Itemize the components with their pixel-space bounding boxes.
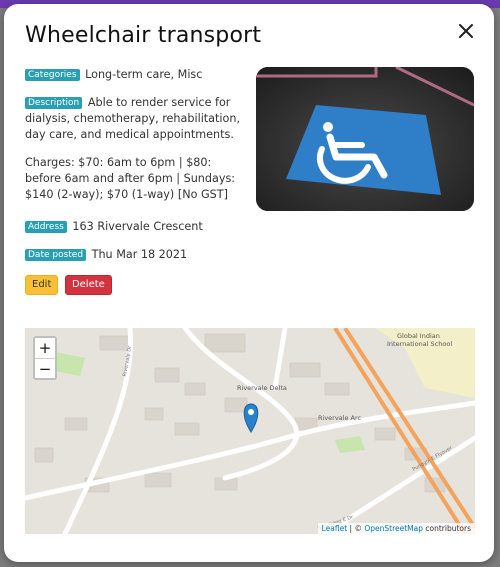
delete-button[interactable]: Delete: [64, 275, 112, 295]
wheelchair-parking-photo: [256, 67, 474, 211]
categories-badge: Categories: [25, 69, 80, 81]
modal-title: Wheelchair transport: [25, 23, 262, 48]
description-badge: Description: [25, 97, 83, 109]
map-attribution: Leaflet | © OpenStreetMap contributors: [317, 523, 475, 534]
attribution-separator: | ©: [347, 524, 365, 533]
address-badge: Address: [25, 221, 67, 233]
service-info: Categories Long-term care, Misc Descript…: [25, 67, 243, 295]
date-posted-value: Thu Mar 18 2021: [91, 248, 188, 261]
address-field: Address 163 Rivervale Crescent: [25, 219, 243, 235]
action-buttons: Edit Delete: [25, 275, 243, 295]
map-label-rivervale-arc: Rivervale Arc: [318, 414, 362, 422]
close-button[interactable]: [455, 20, 477, 42]
location-map[interactable]: Rivervale Delta Rivervale Arc Global Ind…: [25, 328, 475, 534]
map-label-global-indian: Global Indian: [397, 332, 440, 340]
zoom-out-button[interactable]: −: [35, 358, 55, 378]
description-field: Description Able to render service for d…: [25, 95, 243, 143]
date-posted-badge: Date posted: [25, 249, 87, 261]
categories-value: Long-term care, Misc: [85, 68, 203, 81]
map-zoom-control: + −: [33, 336, 57, 380]
date-posted-field: Date posted Thu Mar 18 2021: [25, 247, 243, 263]
service-detail-modal: Wheelchair transport Categories Long-ter…: [4, 4, 494, 562]
edit-button[interactable]: Edit: [25, 275, 59, 295]
zoom-in-button[interactable]: +: [35, 338, 55, 358]
categories-field: Categories Long-term care, Misc: [25, 67, 243, 83]
map-label-international-school: International School: [387, 340, 453, 348]
map-label-rivervale-delta: Rivervale Delta: [237, 384, 287, 392]
map-tiles: [25, 328, 475, 534]
attribution-contributors: contributors: [423, 524, 471, 533]
charges-text: Charges: $70: 6am to 6pm | $80: before 6…: [25, 156, 236, 201]
openstreetmap-link[interactable]: OpenStreetMap: [364, 524, 423, 533]
address-value: 163 Rivervale Crescent: [72, 220, 203, 233]
close-icon: [459, 24, 473, 38]
service-photo: [256, 67, 474, 211]
leaflet-link[interactable]: Leaflet: [322, 524, 348, 533]
